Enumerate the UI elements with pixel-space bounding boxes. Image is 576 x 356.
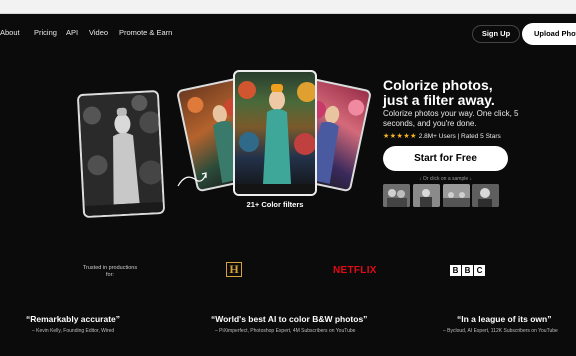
start-free-button[interactable]: Start for Free [383,146,508,171]
upload-photo-button[interactable]: Upload Photo [522,23,576,45]
testimonial-quote-3: “In a league of its own” [457,314,552,324]
testimonial-quote-1: “Remarkably accurate” [26,314,121,324]
sample-thumbnail-4[interactable] [472,184,499,207]
nav-link-video[interactable]: Video [89,28,108,37]
sample-thumbnail-2[interactable] [413,184,440,207]
rating-text: 2.8M+ Users | Rated 5 Stars [418,133,501,140]
color-filter-photo-center [233,70,317,196]
bbc-letter: B [462,265,473,276]
nav-link-api[interactable]: API [66,28,78,37]
bbc-letter: B [450,265,461,276]
testimonial-quote-2: “World's best AI to color B&W photos” [211,314,368,324]
nav-link-about[interactable]: About [0,28,20,37]
color-photo-art-center [235,81,315,194]
signup-button[interactable]: Sign Up [472,25,520,43]
sample-thumbnail-art [472,184,499,207]
sample-hint: ↓ Or click on a sample ↓ [418,176,473,182]
color-filters-label: 21+ Color filters [246,200,304,209]
hero-title-line2: just a filter away. [383,92,495,108]
hero-title: Colorize photos, just a filter away. [383,78,495,108]
curved-arrow-icon [177,172,207,187]
hero-title-line1: Colorize photos, [383,77,493,93]
sample-thumbnail-art [443,184,470,207]
hero-subtitle: Colorize photos your way. One click, 5 s… [383,109,519,128]
rating-row: ★★★★★ 2.8M+ Users | Rated 5 Stars [383,132,501,140]
bw-photo-art [78,91,166,219]
trusted-label: Trusted in productions for: [82,265,138,278]
sample-thumbnail-3[interactable] [443,184,470,207]
nav-link-pricing[interactable]: Pricing [34,28,57,37]
bbc-letter: C [474,265,485,276]
sample-thumbnail-1[interactable] [383,184,410,207]
star-rating-icon: ★★★★★ [383,133,417,140]
bbc-logo: B B C [450,265,485,276]
testimonial-attribution-1: – Kevin Kelly, Founding Editor, Wired [32,328,115,334]
top-nav: About Pricing API Video Promote & Earn S… [0,23,576,45]
nav-link-promote[interactable]: Promote & Earn [119,28,172,37]
testimonial-attribution-3: – Bycloud, AI Expert, 112K Subscribers o… [443,328,558,334]
history-logo: H [226,262,242,277]
bw-sample-photo [76,89,166,219]
sample-thumbnail-art [413,184,440,207]
browser-top-strip [0,0,576,14]
testimonial-attribution-2: – PiXimperfect, Photoshop Expert, 4M Sub… [215,328,356,334]
netflix-logo: NETFLIX [333,265,377,276]
sample-thumbnail-art [383,184,410,207]
